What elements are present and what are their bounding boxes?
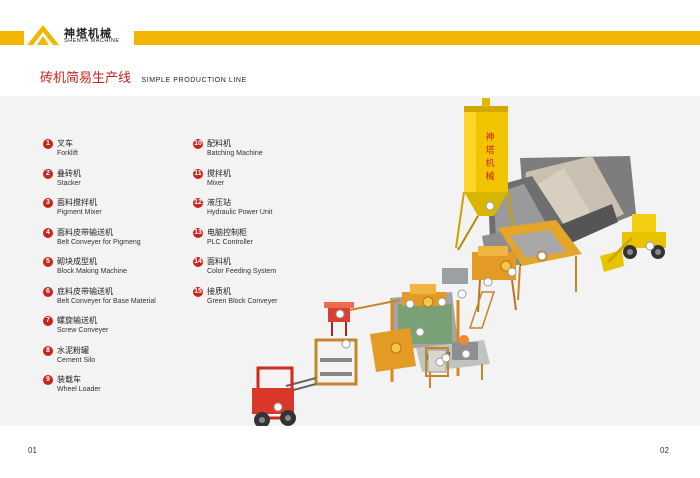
legend-number-badge: 1 (43, 139, 53, 149)
page-title: 砖机简易生产线 SIMPLE PRODUCTION LINE (40, 67, 247, 87)
legend-label-english: Block Making Machine (57, 268, 128, 275)
brand-logo: 神塔机械 SHENTA MACHINE (24, 22, 134, 50)
legend-number-badge: 4 (43, 227, 53, 238)
page-title-chinese: 砖机简易生产线 (40, 71, 132, 86)
silo-text-char: 机 (485, 157, 494, 169)
legend-number-badge: 13 (193, 227, 203, 238)
legend-label-english: Wheel Loader (57, 386, 101, 393)
legend-number-badge: 6 (43, 286, 53, 297)
page-number-right: 02 (660, 446, 669, 455)
legend-label-chinese: 叠砖机 (57, 168, 81, 178)
legend-label-chinese: 螺旋输送机 (57, 316, 97, 325)
legend-label-chinese: 面料皮带输送机 (57, 227, 113, 237)
legend-number-badge: 12 (193, 198, 203, 208)
legend-label-english: Pigment Mixer (57, 209, 102, 216)
legend-label-english: Forklift (57, 150, 78, 157)
legend-number-badge: 11 (193, 168, 203, 179)
page-number-left: 01 (28, 446, 37, 455)
production-line-illustration: 神 塔 机 械 (252, 98, 666, 426)
silo-text-char: 械 (485, 170, 494, 182)
legend-label-english: Belt Conveyer for Base Material (57, 297, 156, 305)
legend-number-badge: 14 (193, 257, 203, 267)
legend-number-badge: 7 (43, 316, 53, 326)
silo-text-char: 神 (485, 131, 494, 143)
legend-number-badge: 8 (43, 345, 53, 356)
legend-label-english: Screw Conveyer (57, 327, 109, 334)
legend-label-chinese: 面料搅拌机 (57, 198, 97, 207)
legend-number-badge: 10 (193, 139, 203, 149)
legend-label-english: Belt Conveyer for Pigmeng (57, 238, 141, 246)
legend-label-chinese: 底料皮带输送机 (57, 286, 113, 296)
legend-label-english: Cement Silo (57, 356, 96, 364)
legend-label-chinese: 水泥粉罐 (57, 345, 89, 355)
pigment-mixer (324, 299, 401, 336)
legend-number-badge: 5 (43, 257, 53, 267)
legend-label-english: Stacker (57, 179, 81, 187)
legend-number-badge: 9 (43, 375, 53, 385)
legend-number-badge: 15 (193, 286, 203, 297)
silo-text-char: 塔 (485, 144, 494, 156)
legend-number-badge: 3 (43, 198, 53, 208)
legend-label-chinese: 叉车 (57, 139, 73, 148)
legend-number-badge: 2 (43, 168, 53, 179)
stacker (314, 338, 358, 386)
logo-triangle-icon (27, 25, 59, 45)
logo-english-text: SHENTA MACHINE (64, 38, 120, 44)
forklift (252, 366, 317, 426)
page-title-english: SIMPLE PRODUCTION LINE (141, 77, 247, 84)
legend-label-chinese: 装载车 (57, 375, 81, 384)
legend-label-chinese: 砌块成型机 (57, 257, 97, 266)
